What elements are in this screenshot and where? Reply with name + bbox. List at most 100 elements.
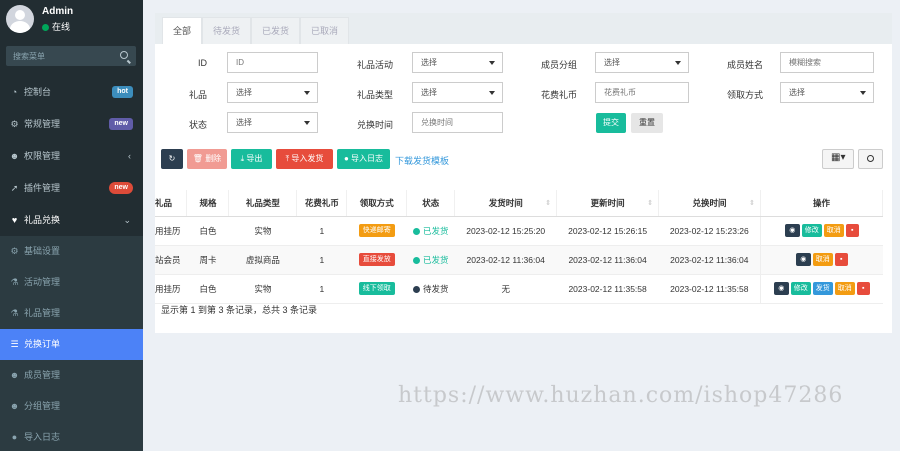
- cell-type: 实物: [228, 216, 297, 246]
- cell-status: 已发货: [406, 216, 455, 246]
- avatar[interactable]: [6, 5, 34, 33]
- table-row[interactable]: 用挂历 白色 实物 1 快递邮寄 已发货 2023-02-12 15:25:20…: [155, 216, 883, 246]
- col-header-gift[interactable]: 礼品: [155, 190, 188, 217]
- sidebar-item-label: 导入日志: [24, 432, 61, 442]
- col-header-exchange-time[interactable]: 兑换时间 ⇕: [658, 190, 762, 217]
- col-header-actions: 操作: [760, 190, 883, 217]
- edit-button[interactable]: 修改: [801, 224, 822, 237]
- watermark: https://www.huzhan.com/ishop47286: [398, 383, 844, 408]
- search-icon[interactable]: [120, 51, 128, 59]
- col-header-ship-time[interactable]: 发货时间 ⇕: [454, 190, 558, 217]
- import-ship-button[interactable]: ⤒ 导入发货: [276, 149, 333, 169]
- col-header-coin[interactable]: 花费礼币: [296, 190, 348, 217]
- view-button[interactable]: ◉: [795, 253, 811, 266]
- tab-shipped[interactable]: 已发货: [251, 17, 301, 44]
- sidebar-item-label: 控制台: [24, 87, 52, 97]
- cell-method: 快递邮寄: [346, 216, 407, 246]
- status-dot-icon: [413, 227, 420, 235]
- filter-group-select[interactable]: 选择: [595, 52, 689, 73]
- cogs-icon: ⚙: [10, 119, 19, 129]
- sidebar-item-dashboard[interactable]: ◔ 控制台 hot: [0, 76, 143, 108]
- filter-method-select[interactable]: 选择: [780, 82, 874, 103]
- sort-icon: ⇕: [545, 200, 552, 207]
- filter-activity-select[interactable]: 选择: [412, 52, 503, 73]
- filter-gift-type-label: 礼品类型: [356, 90, 393, 100]
- search-toggle-button[interactable]: [858, 149, 883, 169]
- table-row[interactable]: 用挂历 白色 实物 1 线下领取 待发货 无 2023-02-12 11:35:…: [155, 274, 883, 304]
- delete-button[interactable]: 🗑 删除: [187, 149, 227, 169]
- cancel-button[interactable]: 取消: [823, 224, 844, 237]
- view-button[interactable]: ◉: [784, 224, 800, 237]
- cell-type: 实物: [228, 274, 297, 304]
- export-button[interactable]: ⤓ 导出: [231, 149, 272, 169]
- filter-id-label: ID: [198, 58, 207, 68]
- delete-row-button[interactable]: ▪: [856, 282, 870, 295]
- sort-icon: ⇕: [647, 200, 654, 207]
- eye-icon: ◉: [778, 285, 785, 292]
- cell-gift: 站会员: [155, 245, 187, 275]
- select-value: 选择: [236, 88, 252, 97]
- tab-pending[interactable]: 待发货: [202, 17, 252, 44]
- sidebar-item-groups[interactable]: ☻ 分组管理: [0, 391, 143, 422]
- caret-down-icon: [675, 61, 681, 65]
- download-template-link[interactable]: 下载发货模板: [395, 154, 449, 167]
- orders-panel: 全部 待发货 已发货 已取消 ID 礼品活动 选择 成员分组 选择 成员姓名 礼…: [155, 13, 892, 333]
- cell-spec: 周卡: [186, 245, 229, 275]
- cell-spec: 白色: [186, 274, 229, 304]
- cancel-button[interactable]: 取消: [834, 282, 855, 295]
- edit-button[interactable]: 修改: [790, 282, 811, 295]
- sidebar-search-input[interactable]: [6, 46, 136, 66]
- delete-row-button[interactable]: ▪: [845, 224, 859, 237]
- sidebar-item-import-log[interactable]: ● 导入日志: [0, 422, 143, 451]
- table-row[interactable]: 站会员 周卡 虚拟商品 1 直接发放 已发货 2023-02-12 11:36:…: [155, 245, 883, 275]
- sidebar-item-gift-exchange[interactable]: ♥ 礼品兑换 ⌄: [0, 204, 143, 236]
- view-button[interactable]: ◉: [773, 282, 789, 295]
- sidebar-item-gifts[interactable]: ⚗ 礼品管理: [0, 298, 143, 329]
- filter-name-input[interactable]: [780, 52, 874, 73]
- filter-status-select[interactable]: 选择: [227, 112, 318, 133]
- col-header-update-time[interactable]: 更新时间 ⇕: [556, 190, 660, 217]
- sidebar-item-members[interactable]: ☻ 成员管理: [0, 360, 143, 391]
- cancel-button[interactable]: 取消: [812, 253, 833, 266]
- sidebar-item-auth[interactable]: ☻ 权限管理 ‹: [0, 140, 143, 172]
- filter-gift-select[interactable]: 选择: [227, 82, 318, 103]
- filter-id-input[interactable]: [227, 52, 318, 73]
- group-icon: ☻: [9, 151, 20, 161]
- col-header-status[interactable]: 状态: [406, 190, 456, 217]
- cell-update-time: 2023-02-12 15:26:15: [556, 216, 659, 246]
- cell-ship-time: 无: [454, 274, 557, 304]
- col-header-type[interactable]: 礼品类型: [228, 190, 298, 217]
- sidebar-item-basic-settings[interactable]: ⚙ 基础设置: [0, 236, 143, 267]
- tab-all[interactable]: 全部: [162, 17, 203, 44]
- ship-button[interactable]: 发货: [812, 282, 833, 295]
- sidebar-item-activities[interactable]: ⚗ 活动管理: [0, 267, 143, 298]
- columns-toggle-button[interactable]: ▦▾: [822, 149, 854, 169]
- cogs-icon: ⚙: [10, 246, 19, 256]
- cell-status: 已发货: [406, 245, 455, 275]
- refresh-button[interactable]: ↻: [161, 149, 183, 169]
- online-dot-icon: [42, 24, 49, 31]
- new-badge: new: [109, 118, 133, 130]
- col-header-method[interactable]: 领取方式: [346, 190, 408, 217]
- sidebar-item-label: 活动管理: [24, 277, 61, 287]
- col-header-spec[interactable]: 规格: [186, 190, 230, 217]
- import-log-button[interactable]: ● 导入日志: [337, 149, 390, 169]
- delete-row-button[interactable]: ▪: [834, 253, 848, 266]
- filter-coin-input[interactable]: [595, 82, 689, 103]
- submit-button[interactable]: 提交: [596, 113, 626, 133]
- cell-exchange-time: 2023-02-12 15:23:26: [658, 216, 761, 246]
- sidebar-item-addons[interactable]: ➚ 插件管理 new: [0, 172, 143, 204]
- filter-gift-type-select[interactable]: 选择: [412, 82, 503, 103]
- user-status: 在线: [42, 20, 70, 33]
- tab-cancelled[interactable]: 已取消: [300, 17, 350, 44]
- filter-time-input[interactable]: [412, 112, 503, 133]
- sidebar-item-label: 基础设置: [24, 246, 61, 256]
- hot-badge: hot: [112, 86, 133, 98]
- reset-button[interactable]: 重置: [631, 113, 663, 133]
- select-value: 选择: [421, 58, 437, 67]
- cell-gift: 用挂历: [155, 274, 187, 304]
- refresh-icon: ↻: [168, 154, 176, 163]
- sidebar-item-orders[interactable]: ☰ 兑换订单: [0, 329, 143, 360]
- sidebar-item-general[interactable]: ⚙ 常规管理 new: [0, 108, 143, 140]
- grid-icon: ▦▾: [831, 152, 846, 163]
